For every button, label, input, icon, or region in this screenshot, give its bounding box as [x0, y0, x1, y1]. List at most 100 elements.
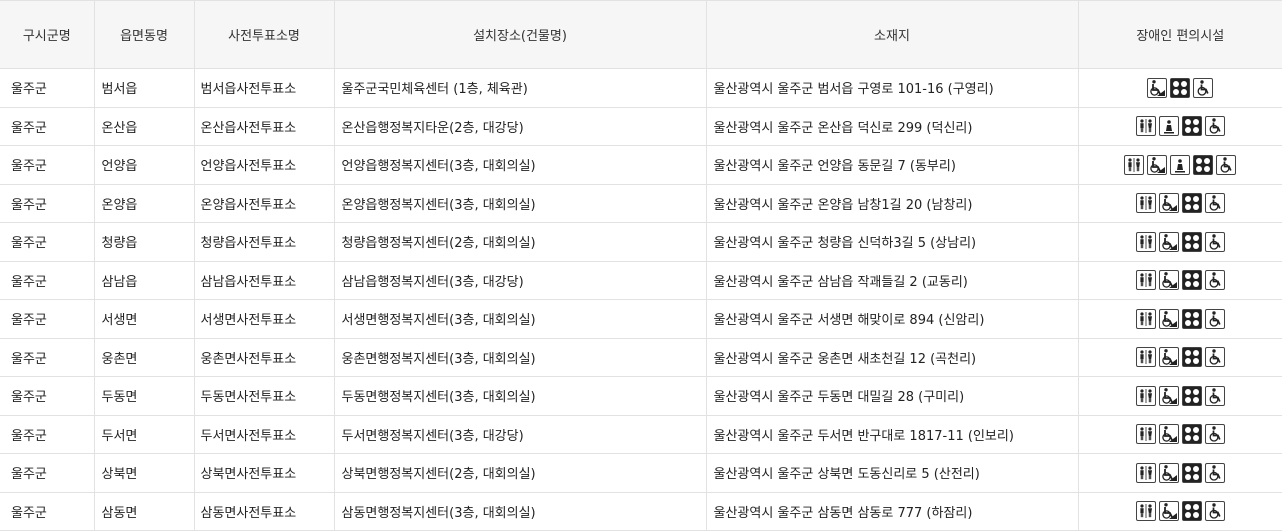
cell-eupmyeondong: 삼남읍	[94, 261, 195, 300]
wheelchair-icon	[1204, 501, 1225, 522]
cell-station: 두서면사전투표소	[194, 415, 335, 454]
cell-facilities	[1078, 222, 1282, 262]
table-row: 울주군 온양읍 온양읍사전투표소 온양읍행정복지센터(3층, 대회의실) 울산광역시 울…	[0, 184, 1282, 223]
wheelchair-icon	[1216, 154, 1237, 175]
cell-address: 울산광역시 울주군 범서읍 구영로 101-16 (구영리)	[706, 68, 1079, 108]
braille-block-icon	[1181, 501, 1202, 522]
cell-facilities	[1078, 415, 1282, 454]
braille-block-icon	[1181, 193, 1202, 214]
header-facilities: 장애인 편의시설	[1078, 0, 1282, 69]
cell-facilities	[1078, 261, 1282, 300]
facility-icons	[1135, 424, 1225, 445]
braille-block-icon	[1181, 347, 1202, 368]
facility-icons	[1135, 385, 1225, 406]
cell-sigungu: 울주군	[0, 222, 95, 262]
cell-place: 청량읍행정복지센터(2층, 대회의실)	[334, 222, 707, 262]
header-sigungu: 구시군명	[0, 0, 95, 69]
cell-station: 온산읍사전투표소	[194, 107, 335, 146]
accessible-toilet-icon	[1135, 231, 1156, 252]
wheelchair-icon	[1204, 270, 1225, 291]
cell-station: 삼동면사전투표소	[194, 492, 335, 531]
cell-address: 울산광역시 울주군 상북면 도동신리로 5 (산전리)	[706, 453, 1079, 493]
wheelchair-icon	[1204, 193, 1225, 214]
cell-facilities	[1078, 299, 1282, 339]
cell-place: 온산읍행정복지타운(2층, 대강당)	[334, 107, 707, 146]
wheelchair-ramp-icon	[1158, 462, 1179, 483]
cell-station: 청량읍사전투표소	[194, 222, 335, 262]
header-eupmyeondong: 읍면동명	[94, 0, 195, 69]
cell-station: 웅촌면사전투표소	[194, 338, 335, 377]
braille-block-icon	[1170, 77, 1191, 98]
table-row: 울주군 청량읍 청량읍사전투표소 청량읍행정복지센터(2층, 대회의실) 울산광역시 울…	[0, 222, 1282, 262]
wheelchair-ramp-icon	[1158, 231, 1179, 252]
cell-facilities	[1078, 492, 1282, 531]
cell-address: 울산광역시 울주군 서생면 해맞이로 894 (신암리)	[706, 299, 1079, 339]
cell-address: 울산광역시 울주군 온양읍 남창1길 20 (남창리)	[706, 184, 1079, 223]
facility-icons	[1135, 501, 1225, 522]
cell-station: 두동면사전투표소	[194, 376, 335, 416]
table-body: 울주군 범서읍 범서읍사전투표소 울주군국민체육센터 (1층, 체육관) 울산광역시 울…	[0, 68, 1282, 531]
cell-sigungu: 울주군	[0, 299, 95, 339]
table-row: 울주군 삼동면 삼동면사전투표소 삼동면행정복지센터(3층, 대회의실) 울산광역시 울…	[0, 492, 1282, 531]
cell-eupmyeondong: 서생면	[94, 299, 195, 339]
cell-station: 상북면사전투표소	[194, 453, 335, 493]
facility-icons	[1135, 462, 1225, 483]
cell-place: 울주군국민체육센터 (1층, 체육관)	[334, 68, 707, 108]
braille-block-icon	[1181, 231, 1202, 252]
cell-eupmyeondong: 상북면	[94, 453, 195, 493]
cell-sigungu: 울주군	[0, 184, 95, 223]
table-row: 울주군 두동면 두동면사전투표소 두동면행정복지센터(3층, 대회의실) 울산광역시 울…	[0, 376, 1282, 416]
wheelchair-ramp-icon	[1147, 154, 1168, 175]
facility-icons	[1124, 154, 1237, 175]
facility-icons	[1135, 270, 1225, 291]
wheelchair-icon	[1204, 347, 1225, 368]
accessible-toilet-icon	[1135, 116, 1156, 137]
accessible-toilet-icon	[1135, 424, 1156, 445]
header-station: 사전투표소명	[194, 0, 335, 69]
accessible-toilet-icon	[1135, 501, 1156, 522]
braille-block-icon	[1181, 462, 1202, 483]
wheelchair-icon	[1204, 462, 1225, 483]
cell-address: 울산광역시 울주군 언양읍 동문길 7 (동부리)	[706, 145, 1079, 185]
facility-icons	[1135, 231, 1225, 252]
braille-block-icon	[1181, 385, 1202, 406]
table-row: 울주군 언양읍 언양읍사전투표소 언양읍행정복지센터(3층, 대회의실) 울산광역시 울…	[0, 145, 1282, 185]
braille-block-icon	[1181, 116, 1202, 137]
facility-icons	[1147, 77, 1214, 98]
wheelchair-icon	[1204, 424, 1225, 445]
cell-station: 언양읍사전투표소	[194, 145, 335, 185]
table-row: 울주군 온산읍 온산읍사전투표소 온산읍행정복지타운(2층, 대강당) 울산광역시 울주…	[0, 107, 1282, 146]
cell-address: 울산광역시 울주군 삼동면 삼동로 777 (하잠리)	[706, 492, 1079, 531]
cell-eupmyeondong: 언양읍	[94, 145, 195, 185]
cell-sigungu: 울주군	[0, 453, 95, 493]
wheelchair-ramp-icon	[1158, 501, 1179, 522]
cell-eupmyeondong: 삼동면	[94, 492, 195, 531]
cell-station: 범서읍사전투표소	[194, 68, 335, 108]
cell-facilities	[1078, 184, 1282, 223]
elevator-icon	[1158, 116, 1179, 137]
wheelchair-ramp-icon	[1158, 193, 1179, 214]
cell-sigungu: 울주군	[0, 338, 95, 377]
wheelchair-icon	[1204, 385, 1225, 406]
cell-address: 울산광역시 울주군 웅촌면 새초천길 12 (곡천리)	[706, 338, 1079, 377]
table-row: 울주군 상북면 상북면사전투표소 상북면행정복지센터(2층, 대회의실) 울산광역시 울…	[0, 453, 1282, 493]
wheelchair-ramp-icon	[1158, 270, 1179, 291]
braille-block-icon	[1181, 308, 1202, 329]
cell-eupmyeondong: 범서읍	[94, 68, 195, 108]
cell-eupmyeondong: 두서면	[94, 415, 195, 454]
cell-place: 온양읍행정복지센터(3층, 대회의실)	[334, 184, 707, 223]
cell-station: 삼남읍사전투표소	[194, 261, 335, 300]
table-row: 울주군 범서읍 범서읍사전투표소 울주군국민체육센터 (1층, 체육관) 울산광역시 울…	[0, 68, 1282, 108]
wheelchair-ramp-icon	[1158, 385, 1179, 406]
accessible-toilet-icon	[1135, 347, 1156, 368]
cell-sigungu: 울주군	[0, 107, 95, 146]
cell-facilities	[1078, 68, 1282, 108]
cell-sigungu: 울주군	[0, 68, 95, 108]
cell-place: 서생면행정복지센터(3층, 대회의실)	[334, 299, 707, 339]
accessible-toilet-icon	[1124, 154, 1145, 175]
elevator-icon	[1170, 154, 1191, 175]
cell-facilities	[1078, 107, 1282, 146]
wheelchair-icon	[1204, 116, 1225, 137]
table-row: 울주군 두서면 두서면사전투표소 두서면행정복지센터(3층, 대강당) 울산광역시 울주…	[0, 415, 1282, 454]
facility-icons	[1135, 193, 1225, 214]
